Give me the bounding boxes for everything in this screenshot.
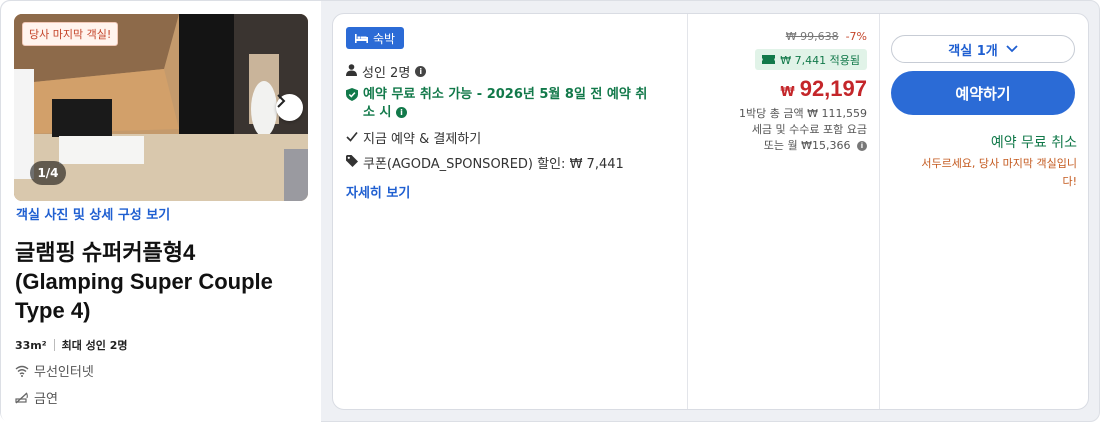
coupon-row: 쿠폰(AGODA_SPONSORED) 할인: ₩ 7,441	[346, 153, 624, 172]
lodging-badge-label: 숙박	[373, 31, 396, 46]
discount-applied-label: ₩ 7,441 적용됨	[780, 53, 860, 67]
bed-icon	[355, 34, 368, 43]
coupon-label: 쿠폰(AGODA_SPONSORED) 할인: ₩ 7,441	[363, 157, 624, 172]
price-note-line: 세금 및 수수료 포함 요금	[751, 123, 867, 136]
room-title-line: (Glamping Super Couple	[15, 269, 273, 294]
room-photos-link[interactable]: 객실 사진 및 상세 구성 보기	[16, 204, 170, 223]
check-icon	[346, 131, 358, 142]
price-note-line: 1박당 총 금액 ₩ 111,559	[739, 107, 867, 120]
info-icon[interactable]: i	[857, 141, 867, 151]
price-note-line: 또는 월 ₩15,366 i	[692, 138, 867, 154]
info-icon[interactable]: i	[395, 107, 407, 118]
wifi-icon	[15, 365, 29, 377]
room-size: 33m²	[15, 338, 47, 352]
no-smoking-icon	[15, 392, 28, 403]
free-cancel-line: 소 시	[363, 105, 392, 120]
shield-check-icon	[346, 88, 358, 101]
room-meta: 33m² 최대 성인 2명	[15, 337, 128, 353]
monthly-price: 또는 월 ₩15,366	[763, 139, 851, 152]
room-title-line: Type 4)	[15, 298, 91, 323]
info-icon[interactable]: i	[415, 66, 427, 77]
photo-counter: 1/4	[30, 161, 66, 185]
last-room-tag: 당사 마지막 객실!	[22, 22, 119, 46]
chevron-down-icon	[1006, 45, 1018, 53]
original-price: ₩ 99,638	[785, 30, 839, 43]
free-cancel-label: 예약 무료 취소	[990, 135, 1077, 151]
amenity-label: 무선인터넷	[34, 365, 94, 380]
room-count-select[interactable]: 객실 1개	[891, 35, 1075, 63]
meta-divider	[53, 339, 55, 351]
person-icon	[346, 64, 357, 76]
discount-applied-badge: ₩ 7,441 적용됨	[755, 49, 867, 70]
free-cancel-line: 예약 무료 취소 가능 - 2026년 5월 8일 전 예약 취	[363, 87, 648, 102]
book-button[interactable]: 예약하기	[891, 71, 1075, 115]
tag-icon	[346, 155, 358, 167]
guests-row: 성인 2명 i	[346, 62, 427, 81]
max-occupancy: 최대 성인 2명	[61, 339, 128, 352]
room-photo[interactable]: 당사 마지막 객실! 1/4	[14, 14, 308, 201]
ticket-icon	[762, 55, 776, 64]
currency-symbol: ₩	[780, 85, 795, 100]
discount-percent: -7%	[845, 30, 867, 43]
free-cancel-row: 예약 무료 취소 가능 - 2026년 5월 8일 전 예약 취 소 시 i	[346, 86, 666, 122]
pay-now-row: 지금 예약 & 결제하기	[346, 128, 481, 147]
final-price-amount: 92,197	[799, 76, 867, 101]
room-info-column: 당사 마지막 객실! 1/4 객실 사진 및 상세 구성 보기 글램핑 슈퍼커플…	[1, 1, 321, 422]
room-title: 글램핑 슈퍼커플형4 (Glamping Super Couple Type 4…	[15, 238, 315, 325]
free-cancel-text: 예약 무료 취소 가능 - 2026년 5월 8일 전 예약 취 소 시 i	[363, 86, 647, 122]
room-count-label: 객실 1개	[948, 43, 998, 59]
urgency-message: 서두르세요, 당사 마지막 객실입니 다!	[891, 155, 1077, 191]
more-details-link[interactable]: 자세히 보기	[346, 182, 410, 201]
booking-column: 객실 1개 예약하기 예약 무료 취소 서두르세요, 당사 마지막 객실입니 다…	[879, 14, 1089, 409]
urgency-line: 다!	[1062, 175, 1077, 188]
price-note: 1박당 총 금액 ₩ 111,559 세금 및 수수료 포함 요금 또는 월 ₩…	[692, 106, 867, 154]
pay-now-label: 지금 예약 & 결제하기	[363, 132, 482, 147]
chevron-right-icon	[277, 94, 286, 108]
final-price: ₩ 92,197	[780, 76, 867, 102]
price-column: ₩ 99,638 -7% ₩ 7,441 적용됨 ₩ 92,197 1박당 총 …	[689, 14, 879, 409]
amenity-wifi: 무선인터넷	[15, 361, 94, 380]
lodging-badge: 숙박	[346, 27, 405, 49]
column-divider	[687, 14, 688, 409]
amenity-label: 금연	[34, 392, 58, 407]
amenity-no-smoking: 금연	[15, 388, 58, 407]
offer-card: 숙박 성인 2명 i 예약 무료 취소 가능 - 2026년 5월 8일 전 예…	[332, 13, 1089, 410]
room-offer-panel: 당사 마지막 객실! 1/4 객실 사진 및 상세 구성 보기 글램핑 슈퍼커플…	[0, 0, 1100, 422]
guests-label: 성인 2명	[362, 66, 411, 81]
next-photo-button[interactable]	[276, 94, 303, 121]
room-title-line: 글램핑 슈퍼커플형4	[15, 240, 196, 265]
original-price-row: ₩ 99,638 -7%	[786, 30, 867, 43]
urgency-line: 서두르세요, 당사 마지막 객실입니	[921, 157, 1077, 170]
